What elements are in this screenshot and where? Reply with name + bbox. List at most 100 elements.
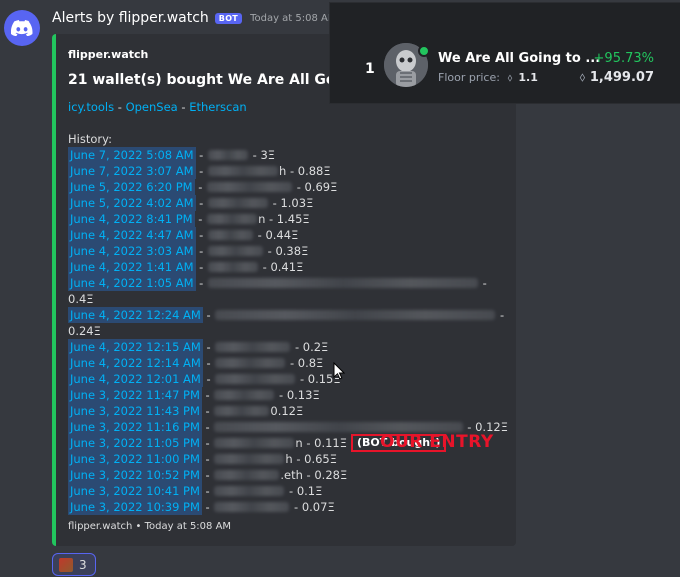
discord-logo-icon [11, 20, 33, 36]
purchase-amount: - 0.2Ξ [291, 340, 329, 354]
history-label: History: [68, 132, 112, 146]
our-entry-annotation: OUR ENTRY [380, 432, 494, 452]
redacted-wallet [214, 470, 280, 480]
purchase-amount: n - 0.11Ξ [295, 436, 347, 450]
redacted-wallet [214, 406, 270, 416]
icy-tools-link[interactable]: icy.tools [68, 100, 114, 114]
history-row: June 3, 2022 10:52 PM - .eth - 0.28Ξ [68, 467, 348, 483]
redacted-wallet [215, 358, 286, 368]
embed-footer: flipper.watch • Today at 5:08 AM [68, 521, 232, 532]
history-timestamp-link[interactable]: June 4, 2022 8:41 PM [68, 211, 195, 227]
history-timestamp-link[interactable]: June 4, 2022 12:24 AM [68, 307, 203, 323]
redacted-wallet [215, 374, 296, 384]
message-header: Alerts by flipper.watch BOT Today at 5:0… [52, 10, 337, 26]
purchase-amount: - [496, 308, 505, 322]
redacted-wallet [214, 502, 290, 512]
embed-links: icy.tools - OpenSea - Etherscan [68, 100, 247, 114]
history-timestamp-link[interactable]: June 4, 2022 3:03 AM [68, 243, 196, 259]
redacted-wallet [214, 390, 275, 400]
reaction-count: 3 [79, 557, 87, 572]
etherscan-link[interactable]: Etherscan [189, 100, 247, 114]
history-timestamp-link[interactable]: June 4, 2022 12:15 AM [68, 339, 203, 355]
volume: ⬨ 1,499.07 [579, 70, 654, 85]
history-timestamp-link[interactable]: June 3, 2022 10:52 PM [68, 467, 202, 483]
redacted-wallet [215, 310, 496, 320]
history-row: June 4, 2022 12:01 AM - - 0.15Ξ [68, 371, 341, 387]
purchase-amount: - 0.41Ξ [259, 260, 304, 274]
history-row: June 4, 2022 12:15 AM - - 0.2Ξ [68, 339, 329, 355]
eth-icon: ⬨ [507, 71, 513, 84]
redacted-wallet [208, 198, 268, 208]
history-row: June 5, 2022 6:20 PM - - 0.69Ξ [68, 179, 338, 195]
history-timestamp-link[interactable]: June 7, 2022 5:08 AM [68, 147, 196, 163]
history-timestamp-link[interactable]: June 3, 2022 11:16 PM [68, 419, 202, 435]
history-timestamp-link[interactable]: June 5, 2022 4:02 AM [68, 195, 196, 211]
redacted-wallet [207, 182, 293, 192]
redacted-wallet [208, 230, 253, 240]
price-change: +95.73% [593, 51, 654, 66]
embed-author: flipper.watch [68, 48, 149, 61]
history-timestamp-link[interactable]: June 5, 2022 6:20 PM [68, 179, 195, 195]
history-timestamp-link[interactable]: June 3, 2022 10:41 PM [68, 483, 202, 499]
purchase-amount-continued: 0.4Ξ [68, 292, 94, 306]
purchase-amount: n - 1.45Ξ [258, 212, 310, 226]
purchase-amount: - 0.8Ξ [286, 356, 324, 370]
purchase-amount: h - 0.88Ξ [279, 164, 331, 178]
eth-icon: ⬨ [579, 70, 586, 85]
history-row: June 3, 2022 11:43 PM - 0.12Ξ [68, 403, 304, 419]
history-timestamp-link[interactable]: June 3, 2022 11:05 PM [68, 435, 202, 451]
history-row: June 4, 2022 12:14 AM - - 0.8Ξ [68, 355, 324, 371]
history-timestamp-link[interactable]: June 4, 2022 1:05 AM [68, 275, 196, 291]
history-timestamp-link[interactable]: June 4, 2022 12:14 AM [68, 355, 203, 371]
redacted-wallet [214, 422, 463, 432]
history-timestamp-link[interactable]: June 3, 2022 11:00 PM [68, 451, 202, 467]
redacted-wallet [214, 486, 285, 496]
message-timestamp: Today at 5:08 AM [250, 12, 337, 24]
redacted-wallet [215, 342, 291, 352]
history-timestamp-link[interactable]: June 4, 2022 4:47 AM [68, 227, 196, 243]
history-row: June 4, 2022 1:41 AM - - 0.41Ξ [68, 259, 304, 275]
history-row: June 5, 2022 4:02 AM - - 1.03Ξ [68, 195, 314, 211]
redacted-wallet [207, 214, 258, 224]
redacted-wallet [208, 150, 248, 160]
history-timestamp-link[interactable]: June 3, 2022 11:47 PM [68, 387, 202, 403]
history-row: June 7, 2022 3:07 AM - h - 0.88Ξ [68, 163, 331, 179]
history-timestamp-link[interactable]: June 3, 2022 11:43 PM [68, 403, 202, 419]
history-row: June 4, 2022 3:03 AM - - 0.38Ξ [68, 243, 309, 259]
reaction-button[interactable]: 3 [52, 553, 96, 576]
history-row: June 3, 2022 10:41 PM - - 0.1Ξ [68, 483, 323, 499]
collection-overlay-card[interactable]: 1 We Are All Going to ... Floor price: ⬨… [329, 2, 680, 104]
history-row: June 4, 2022 12:24 AM - -0.24Ξ [68, 307, 508, 339]
redacted-wallet [208, 262, 258, 272]
history-row: June 4, 2022 1:05 AM - -0.4Ξ [68, 275, 508, 307]
history-row: June 7, 2022 5:08 AM - - 3Ξ [68, 147, 276, 163]
history-timestamp-link[interactable]: June 4, 2022 12:01 AM [68, 371, 203, 387]
redacted-wallet [214, 438, 295, 448]
history-row: June 4, 2022 4:47 AM - - 0.44Ξ [68, 227, 299, 243]
collection-name: We Are All Going to ... [438, 51, 601, 66]
purchase-amount: - 0.44Ξ [254, 228, 299, 242]
history-row: June 3, 2022 10:39 PM - - 0.07Ξ [68, 499, 335, 515]
message-author[interactable]: Alerts by flipper.watch [52, 10, 209, 26]
status-dot [418, 45, 430, 57]
discord-avatar[interactable] [4, 10, 40, 46]
history-row: June 4, 2022 8:41 PM - n - 1.45Ξ [68, 211, 310, 227]
redacted-wallet [208, 246, 263, 256]
history-timestamp-link[interactable]: June 3, 2022 10:39 PM [68, 499, 202, 515]
bot-tag: BOT [214, 12, 243, 24]
redacted-wallet [208, 278, 478, 288]
purchase-amount: .eth - 0.28Ξ [280, 468, 348, 482]
opensea-link[interactable]: OpenSea [126, 100, 178, 114]
history-timestamp-link[interactable]: June 7, 2022 3:07 AM [68, 163, 196, 179]
redacted-wallet [208, 166, 278, 176]
embed-card: flipper.watch 21 wallet(s) bought We Are… [52, 34, 516, 546]
purchase-amount: - [479, 276, 487, 290]
history-row: June 3, 2022 11:00 PM - h - 0.65Ξ [68, 451, 337, 467]
purchase-amount: - 3Ξ [249, 148, 276, 162]
history-timestamp-link[interactable]: June 4, 2022 1:41 AM [68, 259, 196, 275]
history-row: June 3, 2022 11:47 PM - - 0.13Ξ [68, 387, 320, 403]
purchase-amount: h - 0.65Ξ [285, 452, 337, 466]
purchase-amount: - 0.13Ξ [275, 388, 320, 402]
purchase-amount: - 0.69Ξ [293, 180, 338, 194]
purchase-amount: - 0.1Ξ [285, 484, 323, 498]
